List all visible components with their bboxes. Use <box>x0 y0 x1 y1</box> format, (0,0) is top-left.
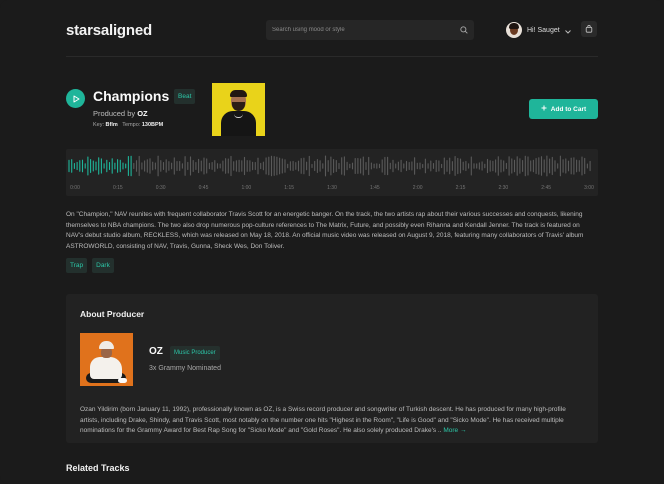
producer-role-badge: Music Producer <box>170 346 220 360</box>
producer-link[interactable]: OZ <box>137 109 147 118</box>
time-label: 0:30 <box>155 185 166 191</box>
time-label: 0:00 <box>70 185 80 191</box>
produced-by: Produced by OZ <box>93 109 148 118</box>
user-name[interactable]: Hi! Sauget <box>527 27 560 34</box>
logo[interactable]: starsaligned <box>66 22 152 39</box>
shopping-bag-icon <box>585 20 593 38</box>
search-input[interactable] <box>272 27 459 33</box>
time-label: 1:15 <box>284 185 295 191</box>
add-to-cart-button[interactable]: Add to Cart <box>529 99 598 119</box>
producer-awards: 3x Grammy Nominated <box>149 365 221 372</box>
producer-bio-text: Ozan Yildirim (born January 11, 1992), p… <box>80 406 566 434</box>
time-label: 2:00 <box>412 185 423 191</box>
tempo-label: Tempo: <box>122 122 141 128</box>
time-label: 0:45 <box>198 185 209 191</box>
produced-prefix: Produced by <box>93 109 136 118</box>
time-label: 2:45 <box>541 185 552 191</box>
waveform-player[interactable]: 0:00 0:15 0:30 0:45 1:00 1:15 1:30 1:45 2:00 2:15… <box>66 149 598 196</box>
producer-name[interactable]: OZ <box>149 346 163 357</box>
tag-dark[interactable]: Dark <box>92 258 114 273</box>
time-label: 1:45 <box>369 185 380 191</box>
key-label: Key: <box>93 122 105 128</box>
avatar[interactable] <box>506 22 522 38</box>
time-label: 3:00 <box>584 185 594 191</box>
key-value: Bflm <box>105 122 118 128</box>
waveform[interactable] <box>66 149 598 183</box>
time-labels: 0:00 0:15 0:30 0:45 1:00 1:15 1:30 1:45 2:00 2:15… <box>66 185 598 193</box>
cart-button[interactable] <box>581 21 597 37</box>
track-title: Champions <box>93 88 170 104</box>
about-producer-panel: About Producer OZ Music Producer 3x Gram… <box>66 294 598 443</box>
time-label: 0:15 <box>112 185 123 191</box>
producer-photo <box>80 333 133 386</box>
producer-bio: Ozan Yildirim (born January 11, 1992), p… <box>80 405 586 437</box>
time-label: 2:30 <box>498 185 509 191</box>
related-tracks-title: Related Tracks <box>66 463 130 473</box>
time-label: 1:30 <box>327 185 337 191</box>
header-divider <box>66 56 598 57</box>
search-icon[interactable] <box>459 26 468 35</box>
app-window: starsaligned Hi! Sauget Champions Beat P… <box>0 0 664 484</box>
add-to-cart-label: Add to Cart <box>550 105 587 113</box>
track-type-badge: Beat <box>174 89 196 104</box>
time-label: 1:00 <box>241 185 252 191</box>
plus-icon <box>541 105 547 113</box>
tag-trap[interactable]: Trap <box>66 258 88 273</box>
track-cover-image <box>212 83 265 136</box>
chevron-down-icon[interactable] <box>564 21 571 39</box>
user-menu[interactable]: Hi! Sauget <box>506 21 571 39</box>
track-meta: Key: Bflm Tempo: 130BPM <box>93 122 163 128</box>
section-title: About Producer <box>80 309 145 319</box>
time-label: 2:15 <box>455 185 466 191</box>
play-button[interactable] <box>66 89 85 108</box>
play-icon <box>72 90 80 108</box>
search-bar[interactable] <box>266 20 474 40</box>
more-link[interactable]: More → <box>443 427 466 434</box>
track-description: On "Champion," NAV reunites with frequen… <box>66 211 584 250</box>
tempo-value: 130BPM <box>141 122 164 128</box>
tag-list: Trap Dark <box>66 258 114 273</box>
